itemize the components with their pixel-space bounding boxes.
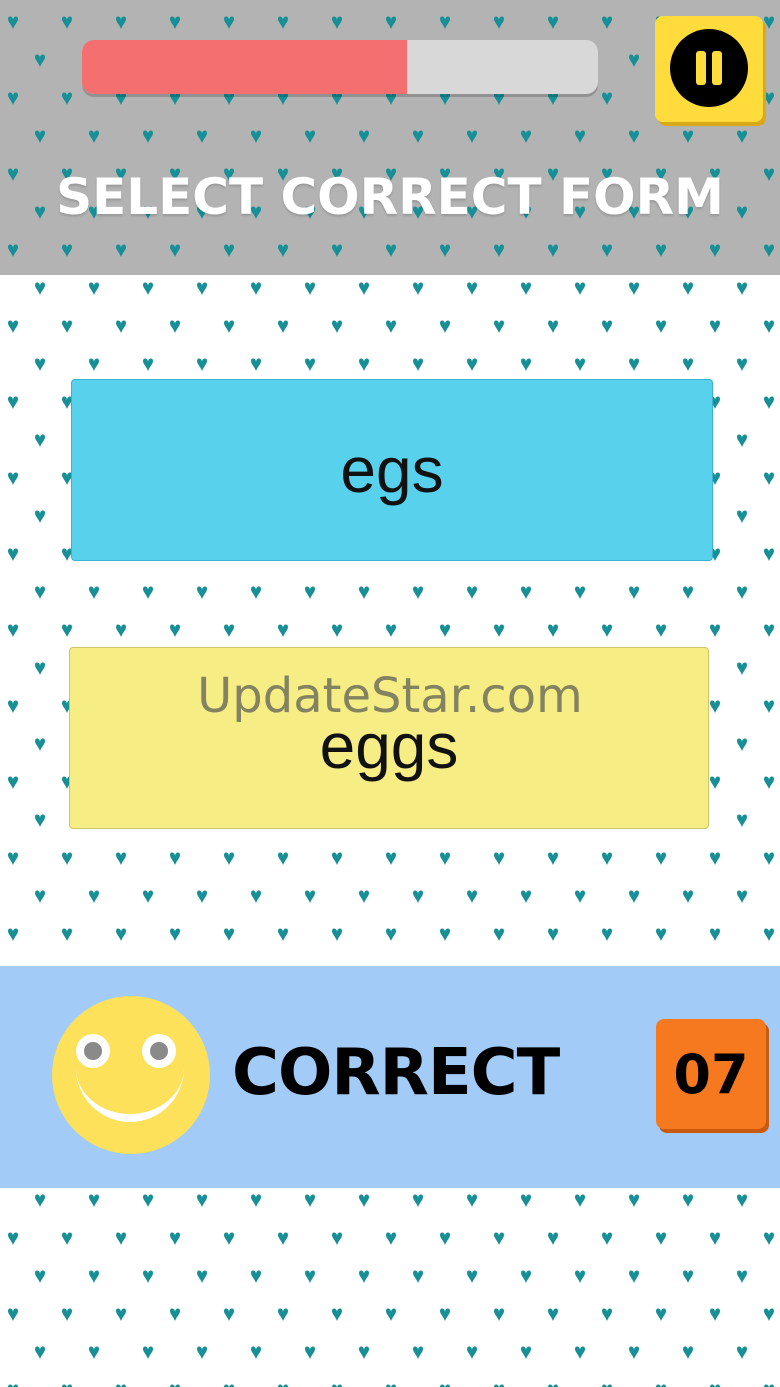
feedback-label: CORRECT	[232, 1036, 560, 1110]
answer-option-label: egs	[340, 434, 444, 506]
pause-button[interactable]	[655, 16, 763, 122]
pause-icon-bar-left	[696, 51, 706, 85]
score-badge: 07	[656, 1019, 766, 1129]
pause-icon	[670, 29, 748, 107]
smiley-mouth	[76, 1048, 184, 1122]
timer-progress-fill	[82, 40, 408, 94]
pause-icon-bar-right	[712, 51, 722, 85]
smiley-face-icon	[52, 996, 210, 1154]
answer-option-egs[interactable]: egs	[71, 379, 713, 561]
timer-progress-bar	[82, 40, 598, 94]
answer-option-eggs[interactable]: eggs	[69, 647, 709, 829]
top-bar: SELECT CORRECT FORM	[0, 0, 780, 275]
page-title: SELECT CORRECT FORM	[56, 168, 724, 226]
feedback-bar: CORRECT 07	[0, 966, 780, 1188]
answer-option-label: eggs	[319, 710, 459, 782]
